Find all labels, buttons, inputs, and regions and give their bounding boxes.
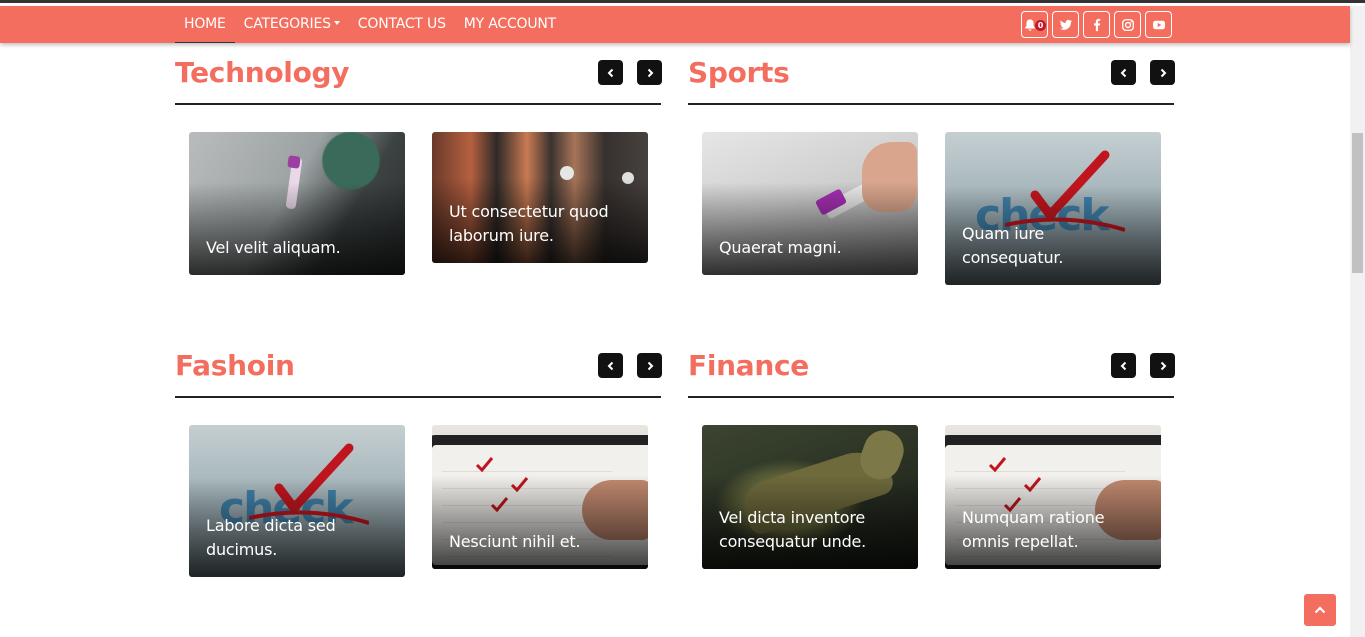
- nav-home[interactable]: HOME: [175, 6, 235, 43]
- chevron-right-icon: [1160, 361, 1166, 370]
- post-card[interactable]: Vel velit aliquam.: [189, 132, 405, 275]
- section-divider: [175, 396, 661, 398]
- twitter-link[interactable]: [1052, 11, 1079, 38]
- carousel-next-button[interactable]: [1150, 353, 1175, 378]
- post-card[interactable]: check Quam iure consequatur.: [945, 132, 1161, 285]
- notification-count-badge: 0: [1035, 20, 1046, 31]
- section-divider: [688, 103, 1174, 105]
- nav-categories[interactable]: CATEGORIES: [235, 6, 349, 43]
- carousel-prev-button[interactable]: [598, 60, 623, 85]
- post-card[interactable]: Ut consectetur quod laborum iure.: [432, 132, 648, 263]
- section-title: Sports: [688, 56, 790, 89]
- chevron-right-icon: [647, 68, 653, 77]
- top-navbar: HOME CATEGORIES CONTACT US MY ACCOUNT 0: [0, 6, 1350, 43]
- post-card[interactable]: Numquam ratione omnis repellat.: [945, 425, 1161, 569]
- carousel-prev-button[interactable]: [1111, 60, 1136, 85]
- section-divider: [175, 103, 661, 105]
- instagram-icon: [1121, 18, 1134, 31]
- chevron-left-icon: [1120, 68, 1126, 77]
- chevron-right-icon: [1160, 68, 1166, 77]
- carousel-next-button[interactable]: [1150, 60, 1175, 85]
- caption-gradient: [189, 182, 405, 275]
- social-links: 0: [1021, 11, 1172, 38]
- post-caption: Vel dicta inventore consequatur unde.: [719, 508, 867, 551]
- section-title: Fashoin: [175, 349, 295, 382]
- youtube-link[interactable]: [1145, 11, 1172, 38]
- nav-contact-us[interactable]: CONTACT US: [349, 6, 455, 43]
- main-menu: HOME CATEGORIES CONTACT US MY ACCOUNT: [175, 6, 565, 43]
- post-card[interactable]: Nesciunt nihil et.: [432, 425, 648, 569]
- youtube-icon: [1152, 20, 1165, 29]
- post-caption: Vel velit aliquam.: [206, 238, 341, 257]
- post-caption: Numquam ratione omnis repellat.: [962, 508, 1105, 551]
- nav-my-account[interactable]: MY ACCOUNT: [455, 6, 565, 43]
- instagram-link[interactable]: [1114, 11, 1141, 38]
- twitter-icon: [1059, 19, 1072, 30]
- chevron-left-icon: [1120, 361, 1126, 370]
- post-caption: Nesciunt nihil et.: [449, 532, 581, 551]
- chevron-right-icon: [647, 361, 653, 370]
- caption-gradient: [432, 475, 648, 569]
- facebook-icon: [1093, 18, 1100, 31]
- post-caption: Ut consectetur quod laborum iure.: [449, 202, 609, 245]
- post-caption: Quam iure consequatur.: [962, 224, 1064, 267]
- section-divider: [688, 396, 1174, 398]
- carousel-next-button[interactable]: [637, 60, 662, 85]
- caption-gradient: [702, 182, 918, 275]
- section-title: Technology: [175, 56, 350, 89]
- notifications-button[interactable]: 0: [1021, 11, 1048, 38]
- carousel-next-button[interactable]: [637, 353, 662, 378]
- post-card[interactable]: check Labore dicta sed ducimus.: [189, 425, 405, 577]
- section-title: Finance: [688, 349, 809, 382]
- scrollbar-thumb[interactable]: [1352, 133, 1363, 273]
- post-card[interactable]: Quaerat magni.: [702, 132, 918, 275]
- nav-categories-label: CATEGORIES: [243, 16, 331, 32]
- carousel-prev-button[interactable]: [1111, 353, 1136, 378]
- page-scrollbar[interactable]: [1350, 6, 1365, 637]
- caret-down-icon: [333, 21, 340, 25]
- back-to-top-button[interactable]: [1304, 594, 1336, 626]
- chevron-left-icon: [607, 68, 613, 77]
- facebook-link[interactable]: [1083, 11, 1110, 38]
- post-caption: Quaerat magni.: [719, 238, 842, 257]
- post-card[interactable]: Vel dicta inventore consequatur unde.: [702, 425, 918, 569]
- chevron-left-icon: [607, 361, 613, 370]
- post-caption: Labore dicta sed ducimus.: [206, 516, 336, 559]
- carousel-prev-button[interactable]: [598, 353, 623, 378]
- chevron-up-icon: [1314, 606, 1326, 614]
